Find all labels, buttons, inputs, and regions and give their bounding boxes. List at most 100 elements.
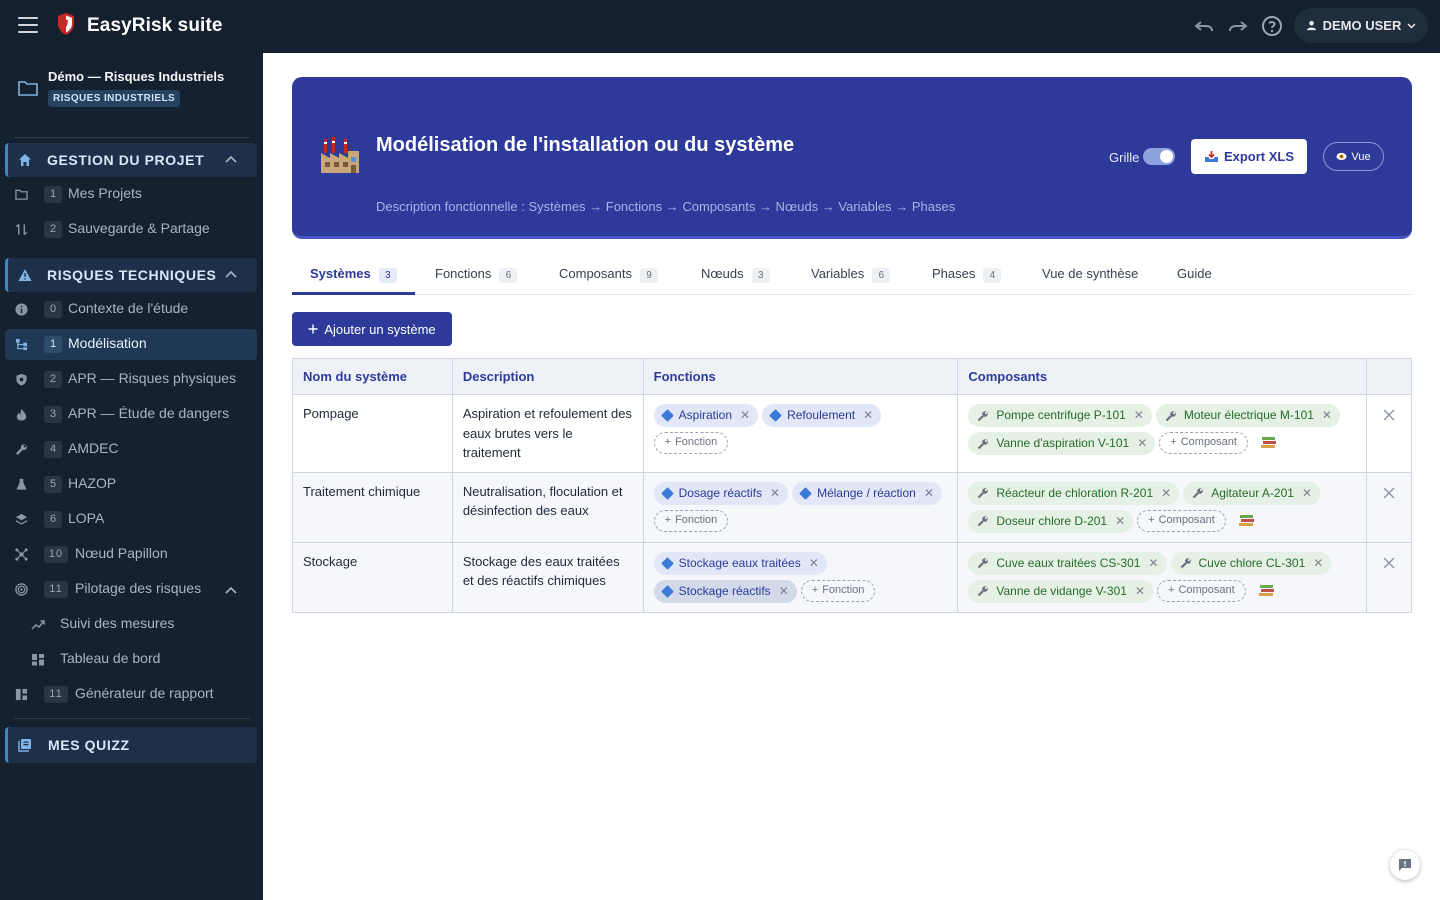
library-books-icon[interactable] [1238, 513, 1256, 529]
delete-row-icon[interactable] [1383, 409, 1395, 421]
tab-systemes[interactable]: Systèmes 3 [292, 261, 415, 295]
system-name-cell[interactable]: Pompage [292, 394, 453, 473]
sidebar-item-lopa[interactable]: 6 LOPA [5, 504, 257, 535]
sidebar-item-risk-steering[interactable]: 11 Pilotage des risques [5, 574, 257, 605]
remove-chip-icon[interactable]: ✕ [809, 552, 819, 575]
component-chip[interactable]: Réacteur de chloration R-201 ✕ [968, 481, 1180, 505]
section-technical-risks[interactable]: RISQUES TECHNIQUES ET INDUSTRIELS [5, 258, 257, 292]
component-chip[interactable]: Agitateur A-201 ✕ [1183, 481, 1320, 505]
warning-icon [18, 269, 32, 281]
remove-chip-icon[interactable]: ✕ [770, 482, 780, 505]
remove-chip-icon[interactable]: ✕ [1115, 510, 1125, 533]
sidebar-item-context[interactable]: 0 Contexte de l'étude [5, 294, 257, 325]
remove-chip-icon[interactable]: ✕ [1313, 552, 1323, 575]
actions-cell [1366, 394, 1412, 473]
sidebar-item-hazop[interactable]: 5 HAZOP [5, 469, 257, 500]
remove-chip-icon[interactable]: ✕ [1148, 552, 1158, 575]
tab-variables[interactable]: Variables 6 [811, 261, 891, 295]
add-system-button[interactable]: Ajouter un système [292, 312, 452, 346]
remove-chip-icon[interactable]: ✕ [1322, 404, 1332, 427]
sidebar-item-bowtie[interactable]: 10 Nœud Papillon [5, 539, 257, 570]
sidebar-subitem-measures-tracking[interactable]: Suivi des mesures [5, 609, 257, 640]
diamond-icon [660, 409, 674, 422]
redo-icon[interactable] [1226, 14, 1250, 38]
trending-up-icon [31, 620, 45, 630]
tab-noeuds[interactable]: Nœuds 3 [701, 261, 770, 295]
user-menu-button[interactable]: DEMO USER [1294, 8, 1428, 43]
item-number: 5 [44, 476, 62, 493]
delete-row-icon[interactable] [1383, 487, 1395, 499]
sidebar-item-backup-share[interactable]: 2 Sauvegarde & Partage [5, 214, 257, 245]
item-number: 3 [44, 406, 62, 423]
remove-chip-icon[interactable]: ✕ [1137, 432, 1147, 455]
component-chip[interactable]: Vanne d'aspiration V-101 ✕ [968, 432, 1156, 455]
component-chip[interactable]: Pompe centrifuge P-101 ✕ [968, 404, 1152, 427]
help-icon[interactable] [1260, 14, 1284, 38]
system-description-cell[interactable]: Aspiration et refoulement des eaux brute… [451, 394, 644, 473]
remove-chip-icon[interactable]: ✕ [740, 404, 750, 427]
component-chip[interactable]: Cuve eaux traitées CS-301 ✕ [968, 551, 1167, 575]
remove-chip-icon[interactable]: ✕ [924, 482, 934, 505]
tab-fonctions[interactable]: Fonctions 6 [435, 261, 518, 295]
section-project-management[interactable]: GESTION DU PROJET [5, 143, 257, 177]
section-quiz[interactable]: MES QUIZZ [5, 727, 257, 763]
system-name-cell[interactable]: Traitement chimique [292, 471, 453, 543]
add-function-button[interactable]: + Fonction [653, 509, 729, 532]
sidebar-item-report-generator[interactable]: 11 Générateur de rapport [5, 679, 257, 710]
remove-chip-icon[interactable]: ✕ [1134, 404, 1144, 427]
tab-phases[interactable]: Phases 4 [932, 261, 1002, 295]
current-project[interactable]: Démo — Risques Industriels RISQUES INDUS… [14, 67, 254, 125]
function-chip[interactable]: Mélange / réaction ✕ [792, 481, 942, 505]
function-chip[interactable]: Aspiration ✕ [653, 404, 759, 427]
view-button[interactable]: Vue [1323, 142, 1384, 171]
library-books-icon[interactable] [1258, 583, 1276, 599]
function-chip[interactable]: Dosage réactifs ✕ [653, 481, 789, 505]
chip-label: Dosage réactifs [678, 485, 763, 500]
item-number: 11 [44, 686, 68, 703]
component-chip[interactable]: Vanne de vidange V-301 ✕ [968, 579, 1153, 603]
add-function-button[interactable]: + Fonction [653, 432, 729, 454]
sidebar-subitem-dashboard[interactable]: Tableau de bord [5, 644, 257, 675]
tab-synthese[interactable]: Vue de synthèse [1042, 261, 1138, 295]
remove-chip-icon[interactable]: ✕ [1302, 482, 1312, 505]
export-xls-button[interactable]: Export XLS [1191, 139, 1307, 174]
sidebar-item-amdec[interactable]: 4 AMDEC [5, 434, 257, 465]
library-books-icon[interactable] [1260, 435, 1278, 451]
add-component-button[interactable]: + Composant [1157, 579, 1246, 602]
chat-feedback-button[interactable] [1390, 850, 1420, 880]
remove-chip-icon[interactable]: ✕ [1161, 482, 1171, 505]
sidebar-item-apr-physical[interactable]: 2 APR — Risques physiques [5, 364, 257, 395]
menu-icon[interactable] [18, 17, 38, 33]
sidebar-item-modelisation[interactable]: 1 Modélisation [5, 329, 257, 360]
component-chip[interactable]: Cuve chlore CL-301 ✕ [1170, 551, 1332, 575]
wrench-icon [1165, 410, 1176, 421]
grid-toggle[interactable] [1143, 148, 1175, 165]
add-component-button[interactable]: + Composant [1137, 509, 1226, 532]
add-function-button[interactable]: + Fonction [800, 579, 876, 602]
tab-composants[interactable]: Composants 9 [559, 261, 658, 295]
layers-icon [15, 513, 28, 525]
sidebar: Démo — Risques Industriels RISQUES INDUS… [0, 53, 263, 900]
delete-row-icon[interactable] [1383, 557, 1395, 569]
component-chip[interactable]: Moteur électrique M-101 ✕ [1155, 404, 1340, 427]
table-row: Traitement chimique Neutralisation, floc… [292, 471, 1412, 543]
remove-chip-icon[interactable]: ✕ [1135, 580, 1145, 603]
function-chip[interactable]: Stockage réactifs ✕ [653, 579, 797, 603]
wrench-icon [978, 586, 989, 597]
chip-label: Réacteur de chloration R-201 [996, 485, 1154, 500]
item-number: 6 [44, 511, 62, 528]
system-description-cell[interactable]: Neutralisation, floculation et désinfect… [451, 471, 644, 543]
function-chip[interactable]: Stockage eaux traitées ✕ [653, 551, 827, 575]
system-name-cell[interactable]: Stockage [292, 541, 453, 613]
tab-guide[interactable]: Guide [1177, 261, 1212, 295]
sidebar-item-apr-dangers[interactable]: 3 APR — Étude de dangers [5, 399, 257, 430]
sidebar-item-my-projects[interactable]: 1 Mes Projets [5, 179, 257, 210]
undo-icon[interactable] [1192, 14, 1216, 38]
remove-chip-icon[interactable]: ✕ [863, 404, 873, 427]
item-number: 2 [44, 221, 62, 238]
system-description-cell[interactable]: Stockage des eaux traitées et des réacti… [451, 541, 644, 613]
component-chip[interactable]: Doseur chlore D-201 ✕ [968, 509, 1134, 533]
function-chip[interactable]: Refoulement ✕ [762, 404, 882, 427]
remove-chip-icon[interactable]: ✕ [779, 580, 789, 603]
add-component-button[interactable]: + Composant [1159, 432, 1248, 454]
